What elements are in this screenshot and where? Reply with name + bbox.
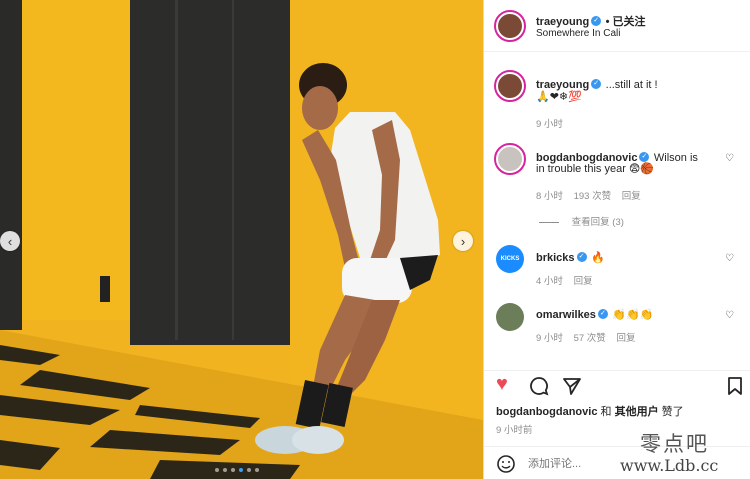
comment-text-cont: in trouble this year 😨🏀 <box>536 163 655 175</box>
comment-text: 🔥 <box>590 252 605 264</box>
post-side-panel: traeyoung ✓ • 已关注 Somewhere In Cali traey… <box>483 0 750 479</box>
reply-button[interactable]: 回复 <box>622 191 641 202</box>
watermark-url: www.Ldb.cc <box>620 456 719 475</box>
verified-badge-icon: ✓ <box>597 308 608 319</box>
verified-badge-icon: ✓ <box>591 78 602 89</box>
carousel-dot <box>215 468 219 472</box>
other-likers[interactable]: 其他用户 <box>615 406 659 418</box>
action-bar: ♥ <box>484 370 750 400</box>
liker-username[interactable]: bogdanbogdanovic <box>496 406 597 418</box>
comment-text: 👏👏👏 <box>612 309 654 321</box>
likes-summary[interactable]: bogdanbogdanovic 和 其他用户 赞了 <box>496 403 684 419</box>
carousel-prev-button[interactable]: ‹ <box>0 231 20 251</box>
comment-avatar[interactable] <box>496 303 524 331</box>
verified-badge-icon: ✓ <box>576 251 587 262</box>
follow-status[interactable]: • 已关注 <box>606 16 646 28</box>
emoji-icon[interactable] <box>496 454 516 474</box>
carousel-next-button[interactable]: › <box>453 231 473 251</box>
share-icon[interactable] <box>562 376 582 396</box>
carousel-dot <box>231 468 235 472</box>
comment-like-icon[interactable]: ♡ <box>725 310 734 321</box>
carousel-dot <box>239 468 243 472</box>
caption-emojis: 🙏❤❄💯 <box>536 91 582 103</box>
post-image <box>0 0 483 479</box>
comment-avatar[interactable]: KICKS <box>496 245 524 273</box>
verified-badge-icon: ✓ <box>639 151 650 162</box>
verified-badge-icon: ✓ <box>591 15 602 26</box>
comment-time[interactable]: 4 小时 <box>536 276 563 287</box>
avatar-logo-text: KICKS <box>500 256 520 262</box>
comment-likes[interactable]: 57 次赞 <box>574 333 606 344</box>
watermark-text: 零点吧 <box>640 432 709 456</box>
caption-avatar[interactable] <box>494 70 526 102</box>
author-username[interactable]: traeyoung <box>536 16 589 28</box>
post-header: traeyoung ✓ • 已关注 Somewhere In Cali <box>484 0 750 52</box>
save-bookmark-icon[interactable] <box>727 376 743 396</box>
likes-suffix: 赞了 <box>658 406 684 418</box>
comment-avatar[interactable] <box>494 143 526 175</box>
comment-icon[interactable] <box>529 376 549 396</box>
reply-button[interactable]: 回复 <box>574 276 593 287</box>
chevron-left-icon: ‹ <box>7 233 13 249</box>
caption-time[interactable]: 9 小时 <box>536 116 563 130</box>
view-replies-button[interactable]: 查看回复 (3) <box>572 217 624 228</box>
comment-username[interactable]: brkicks <box>536 252 575 264</box>
carousel-dot <box>255 468 259 472</box>
comment-time[interactable]: 8 小时 <box>536 191 563 202</box>
comment-like-icon[interactable]: ♡ <box>725 253 734 264</box>
carousel-dot <box>247 468 251 472</box>
post-photo[interactable]: ‹ › <box>0 0 483 479</box>
author-avatar[interactable] <box>494 10 526 42</box>
reply-button[interactable]: 回复 <box>616 333 635 344</box>
comment-time[interactable]: 9 小时 <box>536 333 563 344</box>
like-heart-icon[interactable]: ♥ <box>496 373 508 396</box>
reply-divider <box>539 221 559 223</box>
chevron-right-icon: › <box>460 233 466 249</box>
comment-username[interactable]: omarwilkes <box>536 309 596 321</box>
post-location[interactable]: Somewhere In Cali <box>536 28 620 39</box>
post-timestamp[interactable]: 9 小时前 <box>496 422 532 436</box>
comment-like-icon[interactable]: ♡ <box>725 153 734 164</box>
comment-likes[interactable]: 193 次赞 <box>574 191 612 202</box>
caption-text: ...still at it ! <box>605 79 658 91</box>
carousel-dot <box>223 468 227 472</box>
carousel-indicator <box>215 468 259 472</box>
likes-conj: 和 <box>597 406 615 418</box>
comment-text: Wilson is <box>653 152 698 164</box>
